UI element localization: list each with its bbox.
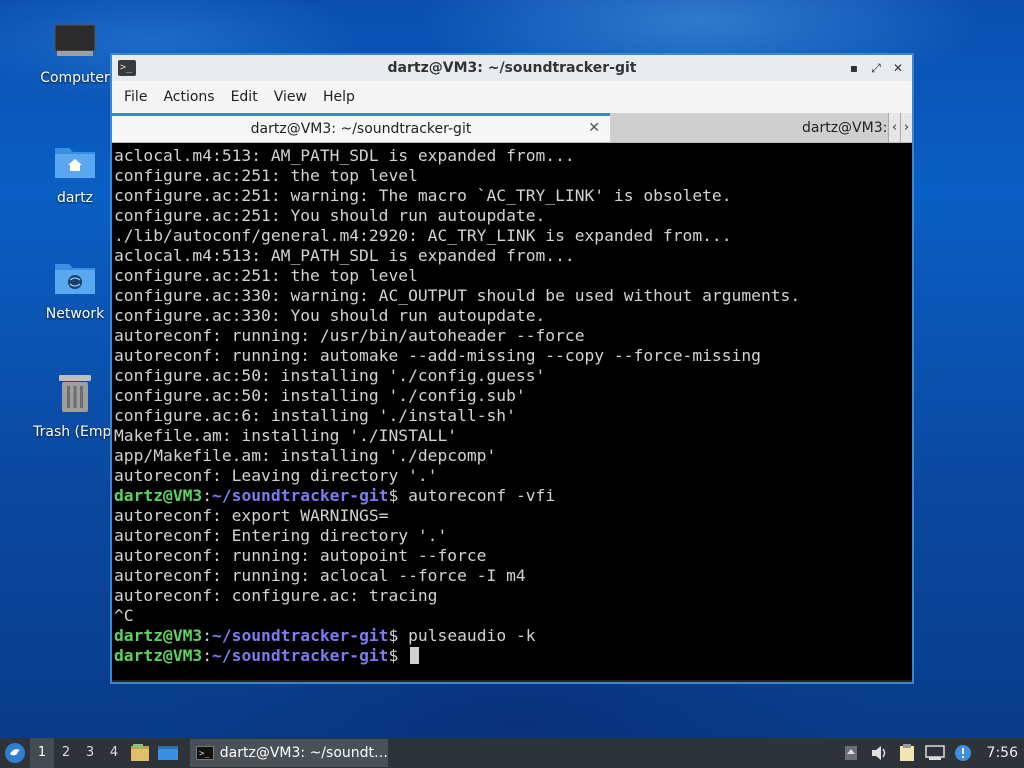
prompt-user: dartz@VM3 xyxy=(114,646,203,665)
terminal-output-line: configure.ac:330: warning: AC_OUTPUT sho… xyxy=(114,286,801,305)
system-tray: 7:56 xyxy=(841,743,1024,763)
tab-scroll-right-icon[interactable]: › xyxy=(900,113,912,142)
terminal-output-line: ./lib/autoconf/general.m4:2920: AC_TRY_L… xyxy=(114,226,732,245)
prompt-separator: : xyxy=(202,486,213,505)
prompt-user: dartz@VM3 xyxy=(114,626,203,645)
prompt-dollar: $ xyxy=(388,626,399,645)
window-titlebar[interactable]: >_ dartz@VM3: ~/soundtracker-git ▪ ⤢ ✕ xyxy=(112,55,912,81)
terminal-icon: >_ xyxy=(196,746,214,760)
desktop-icon-trash[interactable]: Trash (Empt xyxy=(27,372,123,440)
trash-icon xyxy=(27,372,123,418)
close-button[interactable]: ✕ xyxy=(890,60,906,76)
terminal-output-line: autoreconf: running: aclocal --force -I … xyxy=(114,566,526,585)
prompt-dollar: $ xyxy=(388,646,399,665)
clock[interactable]: 7:56 xyxy=(987,745,1018,761)
desktop-icon-label: Network xyxy=(45,306,105,322)
tab-active[interactable]: dartz@VM3: ~/soundtracker-git ✕ xyxy=(112,113,610,142)
workspace-2[interactable]: 2 xyxy=(54,738,78,768)
desktop-icon-network[interactable]: Network xyxy=(27,258,123,322)
terminal-output-line: configure.ac:50: installing './config.gu… xyxy=(114,366,546,385)
terminal-output-line: autoreconf: running: autopoint --force xyxy=(114,546,487,565)
workspace-4[interactable]: 4 xyxy=(102,738,126,768)
terminal-output-line: autoreconf: Leaving directory '.' xyxy=(114,466,438,485)
prompt-user: dartz@VM3 xyxy=(114,486,203,505)
terminal-cursor xyxy=(410,647,420,664)
file-manager-icon xyxy=(131,744,149,761)
minimize-button[interactable]: ▪ xyxy=(846,60,862,76)
menu-view[interactable]: View xyxy=(266,89,315,105)
prompt-path: ~/soundtracker-git xyxy=(212,646,389,665)
menu-file[interactable]: File xyxy=(116,89,155,105)
terminal-window: >_ dartz@VM3: ~/soundtracker-git ▪ ⤢ ✕ F… xyxy=(110,53,914,684)
prompt-command: autoreconf -vfi xyxy=(398,486,556,505)
terminal-prompt-line: dartz@VM3:~/soundtracker-git$ pulseaudio… xyxy=(114,626,912,646)
prompt-command xyxy=(398,646,408,665)
terminal-output-line: configure.ac:251: the top level xyxy=(114,166,418,185)
desktop-icon-home[interactable]: dartz xyxy=(27,142,123,206)
volume-icon[interactable] xyxy=(869,743,889,763)
clipboard-icon[interactable] xyxy=(897,743,917,763)
desktop-icon-label: Computer xyxy=(40,70,110,86)
task-label: dartz@VM3: ~/soundt… xyxy=(219,745,388,761)
menu-actions[interactable]: Actions xyxy=(155,89,222,105)
terminal-output-line: configure.ac:251: You should run autoupd… xyxy=(114,206,546,225)
maximize-button[interactable]: ⤢ xyxy=(868,60,884,76)
workspace-3[interactable]: 3 xyxy=(78,738,102,768)
menu-edit[interactable]: Edit xyxy=(223,89,266,105)
terminal-output-line: autoreconf: running: /usr/bin/autoheader… xyxy=(114,326,585,345)
terminal-output-line: configure.ac:50: installing './config.su… xyxy=(114,386,526,405)
terminal-prompt-line: dartz@VM3:~/soundtracker-git$ xyxy=(114,646,912,666)
desktop-icon-label: Trash (Empt xyxy=(33,424,117,440)
tab-label: dartz@VM3: ~/soundtracker-git xyxy=(250,121,472,137)
desktop-icon-label: dartz xyxy=(56,190,94,206)
prompt-command: pulseaudio -k xyxy=(398,626,536,645)
home-folder-icon xyxy=(27,142,123,184)
terminal-output-line: autoreconf: export WARNINGS= xyxy=(114,506,389,525)
terminal-output-line: app/Makefile.am: installing './depcomp' xyxy=(114,446,497,465)
terminal-prompt-line: dartz@VM3:~/soundtracker-git$ autoreconf… xyxy=(114,486,912,506)
update-notifier-icon[interactable] xyxy=(953,743,973,763)
terminal-icon: >_ xyxy=(118,60,136,76)
workspace-1[interactable]: 1 xyxy=(30,738,54,768)
terminal-output-line: Makefile.am: installing './INSTALL' xyxy=(114,426,458,445)
prompt-dollar: $ xyxy=(388,486,399,505)
terminal-output-line: aclocal.m4:513: AM_PATH_SDL is expanded … xyxy=(114,246,575,265)
menu-help[interactable]: Help xyxy=(315,89,363,105)
tab-bar: dartz@VM3: ~/soundtracker-git ✕ dartz@VM… xyxy=(112,113,912,143)
tray-up-arrow-icon[interactable] xyxy=(841,743,861,763)
prompt-path: ~/soundtracker-git xyxy=(212,486,389,505)
desktop-icon-computer[interactable]: Computer xyxy=(27,24,123,86)
terminal-output-line: configure.ac:251: the top level xyxy=(114,266,418,285)
file-manager-launcher[interactable] xyxy=(126,738,154,768)
window-title: dartz@VM3: ~/soundtracker-git xyxy=(387,60,637,76)
terminal-output-line: aclocal.m4:513: AM_PATH_SDL is expanded … xyxy=(114,146,575,165)
taskbar-terminal-task[interactable]: >_ dartz@VM3: ~/soundt… xyxy=(190,739,388,767)
app-menu-icon xyxy=(5,743,25,763)
show-desktop-button[interactable] xyxy=(154,738,182,768)
network-icon[interactable] xyxy=(924,743,945,763)
start-menu-button[interactable] xyxy=(0,738,30,768)
terminal-output-line: autoreconf: configure.ac: tracing xyxy=(114,586,438,605)
tab-scroll-controls: ‹ › xyxy=(888,113,912,142)
desktop-icon xyxy=(158,746,178,760)
terminal-output-line: autoreconf: Entering directory '.' xyxy=(114,526,448,545)
terminal-output[interactable]: aclocal.m4:513: AM_PATH_SDL is expanded … xyxy=(112,143,912,680)
terminal-output-line: configure.ac:251: warning: The macro `AC… xyxy=(114,186,732,205)
terminal-output-line: autoreconf: running: automake --add-miss… xyxy=(114,346,761,365)
terminal-output-line: configure.ac:330: You should run autoupd… xyxy=(114,306,546,325)
taskbar: 1 2 3 4 >_ dartz@VM3: ~/soundt… 7:56 xyxy=(0,738,1024,768)
prompt-separator: : xyxy=(202,626,213,645)
prompt-separator: : xyxy=(202,646,213,665)
monitor-icon xyxy=(27,24,123,64)
network-folder-icon xyxy=(27,258,123,300)
terminal-output-line: configure.ac:6: installing './install-sh… xyxy=(114,406,516,425)
prompt-path: ~/soundtracker-git xyxy=(212,626,389,645)
menu-bar: File Actions Edit View Help xyxy=(112,81,912,113)
tab-inactive[interactable]: dartz@VM3: ~/soundtracker-git xyxy=(610,113,912,142)
tab-scroll-left-icon[interactable]: ‹ xyxy=(888,113,900,142)
terminal-output-line: ^C xyxy=(114,606,134,625)
tab-close-icon[interactable]: ✕ xyxy=(588,120,600,136)
